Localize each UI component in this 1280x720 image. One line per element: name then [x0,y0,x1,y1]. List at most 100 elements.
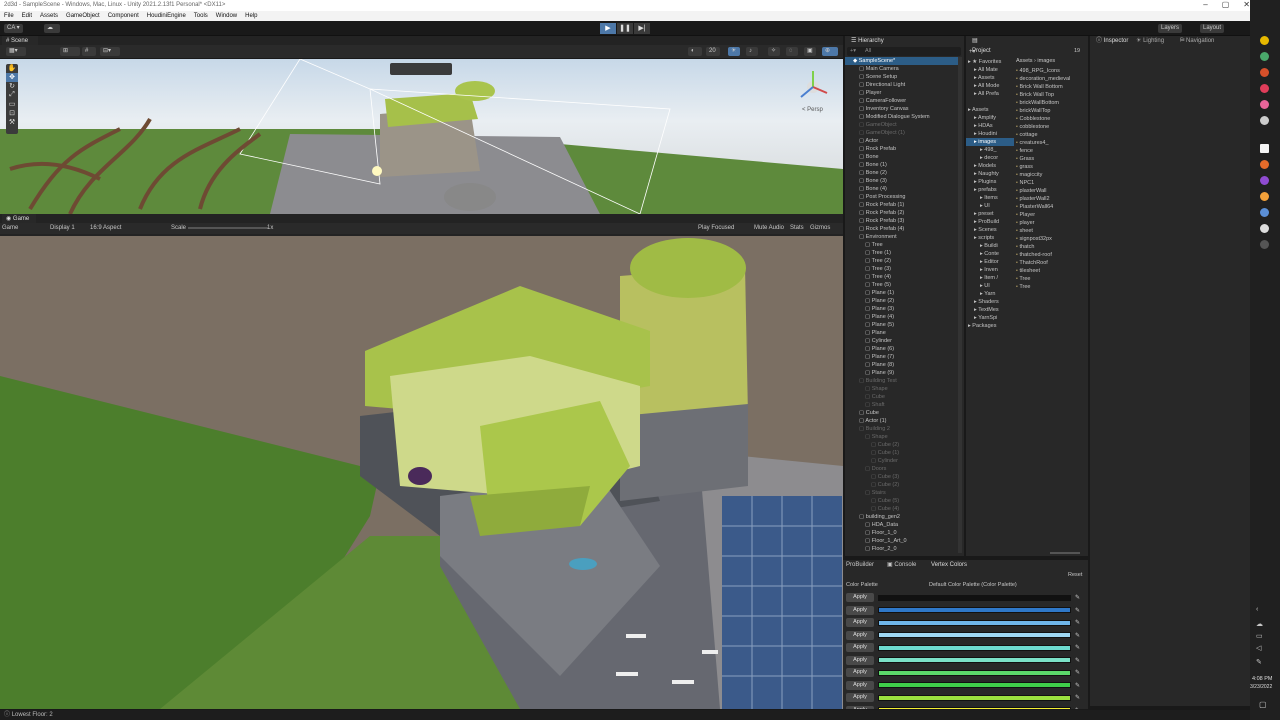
grid-snap-icon[interactable]: ⊞ [60,47,80,56]
project-folder[interactable]: ▸ UI [966,282,1014,290]
hierarchy-item[interactable]: ▢ Inventory Canvas [845,105,958,113]
hierarchy-item[interactable]: ▢ Plane (2) [845,297,958,305]
transform-tool-icon[interactable]: ⊡ [6,109,18,118]
hierarchy-item[interactable]: ▢ Directional Light [845,81,958,89]
app-yellow-icon[interactable] [1260,192,1269,201]
tab-hierarchy[interactable]: ☰ Hierarchy [847,36,897,46]
apply-button[interactable]: Apply [846,668,874,677]
gizmos-toggle-icon[interactable]: ⊕ [822,47,838,56]
hierarchy-item[interactable]: ▢ Rock Prefab (2) [845,209,958,217]
tab-console[interactable]: ▣ Console [887,560,916,570]
hierarchy-item[interactable]: ▢ Cube (2) [845,481,958,489]
breadcrumb-assets[interactable]: Assets [1016,58,1033,64]
project-file[interactable]: ▪ player [1016,219,1088,227]
hierarchy-item[interactable]: ▢ building_gen2 [845,513,958,521]
icon-size-slider[interactable] [1050,552,1080,554]
hierarchy-item[interactable]: ▢ Rock Prefab (4) [845,225,958,233]
color-swatch[interactable] [878,657,1071,663]
project-file[interactable]: ▪ cobblestone [1016,123,1088,131]
project-file[interactable]: ▪ NPC1 [1016,179,1088,187]
hierarchy-item[interactable]: ▢ Rock Prefab (3) [845,217,958,225]
project-file[interactable]: ▪ tilesheet [1016,267,1088,275]
reset-button[interactable]: Reset [1068,572,1082,578]
app-icon-2[interactable] [1260,160,1269,169]
project-file[interactable]: ▪ ThatchRoof [1016,259,1088,267]
network-icon[interactable]: ☁ [1256,620,1263,628]
close-button[interactable]: ✕ [1243,0,1250,11]
project-file[interactable]: ▪ Cobblestone [1016,115,1088,123]
hierarchy-item[interactable]: ▢ Cube (5) [845,497,958,505]
hierarchy-item[interactable]: ▢ HDA_Data [845,521,958,529]
hierarchy-item[interactable]: ▢ Doors [845,465,958,473]
cloud-icon[interactable]: ☁ [44,24,60,33]
hierarchy-item[interactable]: ◆ SampleScene* [845,57,958,65]
menu-item[interactable]: GameObject [66,11,100,21]
hierarchy-item[interactable]: ▢ Rock Prefab [845,145,958,153]
color-swatch[interactable] [878,682,1071,688]
hierarchy-item[interactable]: ▢ Cylinder [845,457,958,465]
hierarchy-item[interactable]: ▢ Cube (4) [845,505,958,513]
effects-toggle-icon[interactable]: ✧ [768,47,780,56]
eyedropper-icon[interactable]: ✎ [1075,669,1080,676]
scale-tool-icon[interactable]: ⤢ [6,91,18,100]
play-button[interactable]: ▶ [600,23,616,34]
eyedropper-icon[interactable]: ✎ [1075,607,1080,614]
project-folder[interactable]: ▸ YarnSpi [966,314,1014,322]
eyedropper-icon[interactable]: ✎ [1075,657,1080,664]
hierarchy-item[interactable]: ▢ Bone [845,153,958,161]
project-file[interactable]: ▪ decoration_medieval [1016,75,1088,83]
hierarchy-item[interactable]: ▢ Cube (2) [845,441,958,449]
apply-button[interactable]: Apply [846,680,874,690]
stats-toggle[interactable]: Stats [790,223,804,234]
hierarchy-item[interactable]: ▢ Cylinder [845,337,958,345]
hierarchy-item[interactable]: ▢ Bone (1) [845,161,958,169]
color-swatch[interactable] [878,607,1071,613]
hierarchy-item[interactable]: ▢ Plane [845,329,958,337]
tab-inspector[interactable]: ⓘ Inspector [1092,36,1134,46]
project-file[interactable]: ▪ grass [1016,163,1088,171]
project-folder[interactable]: ▸ Conte [966,250,1014,258]
tab-lighting[interactable]: ☀ Lighting [1136,36,1164,46]
view-options-icon[interactable]: ◐ [688,47,702,56]
project-folder[interactable]: ▸ Items [966,194,1014,202]
apply-button[interactable]: Apply [846,630,874,640]
project-file[interactable]: ▪ magiccity [1016,171,1088,179]
project-folder[interactable]: ▸ prefabs [966,186,1014,194]
app-pink-icon[interactable] [1260,100,1269,109]
hierarchy-item[interactable]: ▢ Cube (3) [845,473,958,481]
hierarchy-item[interactable]: ▢ Stairs [845,489,958,497]
game-mode-dropdown[interactable]: Game [2,223,18,234]
project-folder[interactable]: ▸ All Mate [966,66,1014,74]
file-explorer-icon[interactable] [1260,36,1269,45]
hierarchy-item[interactable]: ▢ Plane (5) [845,321,958,329]
eyedropper-icon[interactable]: ✎ [1075,694,1080,701]
hierarchy-item[interactable]: ▢ Cube [845,409,958,417]
hierarchy-item[interactable]: ▢ Scene Setup [845,73,958,81]
color-swatch[interactable] [878,694,1071,701]
project-folder[interactable]: ▸ Assets [966,106,1014,114]
hierarchy-item[interactable]: ▢ Actor (1) [845,417,958,425]
eyedropper-icon[interactable]: ✎ [1075,632,1080,639]
hierarchy-item[interactable]: ▢ Plane (6) [845,345,958,353]
volume-icon[interactable]: ◁ [1256,644,1261,652]
hierarchy-item[interactable]: ▢ Actor [845,137,958,145]
menu-item[interactable]: Window [216,11,237,21]
project-folder[interactable]: ▸ Yarn [966,290,1014,298]
hidden-objects-icon[interactable]: ◌ [786,47,798,56]
project-folder[interactable]: ▸ Editor [966,258,1014,266]
project-folder[interactable]: ▸ Amplify [966,114,1014,122]
eyedropper-icon[interactable]: ✎ [1075,707,1080,710]
hierarchy-item[interactable]: ▢ Plane (1) [845,289,958,297]
color-swatch[interactable] [878,669,1071,676]
project-folder[interactable]: ▸ Naughty [966,170,1014,178]
project-folder[interactable]: ▸ All Prefa [966,90,1014,98]
project-file[interactable]: ▪ creatures4_ [1016,139,1088,147]
apply-button[interactable]: Apply [846,605,874,615]
app-orange-icon[interactable] [1260,68,1269,77]
project-folder[interactable]: ▸ HDAs [966,122,1014,130]
draw-mode-dropdown[interactable]: ▦▾ [6,47,26,56]
hierarchy-item[interactable]: ▢ Player [845,89,958,97]
menu-item[interactable]: Help [245,11,257,21]
hierarchy-item[interactable]: ▢ Plane (8) [845,361,958,369]
menu-item[interactable]: File [4,11,14,21]
